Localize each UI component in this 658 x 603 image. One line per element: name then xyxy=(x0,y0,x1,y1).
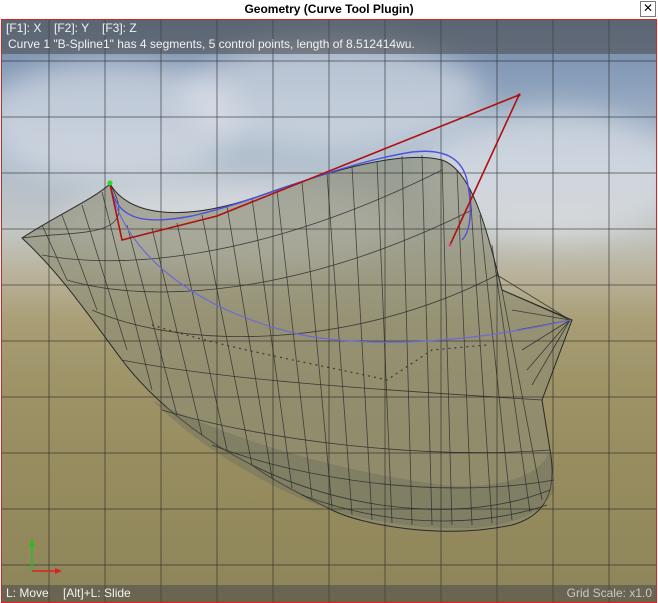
scene-canvas[interactable] xyxy=(2,20,656,602)
hint-move: L: Move xyxy=(6,586,49,600)
axis-gizmo-icon xyxy=(29,539,62,574)
control-point[interactable] xyxy=(517,93,521,97)
title-bar[interactable]: Geometry (Curve Tool Plugin) ✕ xyxy=(0,0,658,19)
hotkey-x-axis[interactable]: [F1]: X xyxy=(6,21,41,35)
grid-scale-readout: Grid Scale: x1.0 xyxy=(566,586,652,600)
hint-slide: [Alt]+L: Slide xyxy=(63,586,131,600)
control-point[interactable] xyxy=(448,243,452,247)
hotkey-y-axis[interactable]: [F2]: Y xyxy=(54,21,89,35)
viewport-hint-bar: L: Move [Alt]+L: Slide Grid Scale: x1.0 xyxy=(2,585,656,602)
3d-viewport[interactable]: [F1]: X [F2]: Y [F3]: Z Curve 1 "B-Splin… xyxy=(1,19,657,603)
close-icon[interactable]: ✕ xyxy=(640,1,656,17)
control-point[interactable] xyxy=(107,180,113,186)
curve-status-text: Curve 1 "B-Spline1" has 4 segments, 5 co… xyxy=(8,37,415,51)
viewport-info-bar: [F1]: X [F2]: Y [F3]: Z Curve 1 "B-Splin… xyxy=(2,20,656,54)
hotkey-z-axis[interactable]: [F3]: Z xyxy=(102,21,137,35)
curve-tool-window: Geometry (Curve Tool Plugin) ✕ [F1]: X [… xyxy=(0,0,658,603)
window-title: Geometry (Curve Tool Plugin) xyxy=(244,2,414,16)
